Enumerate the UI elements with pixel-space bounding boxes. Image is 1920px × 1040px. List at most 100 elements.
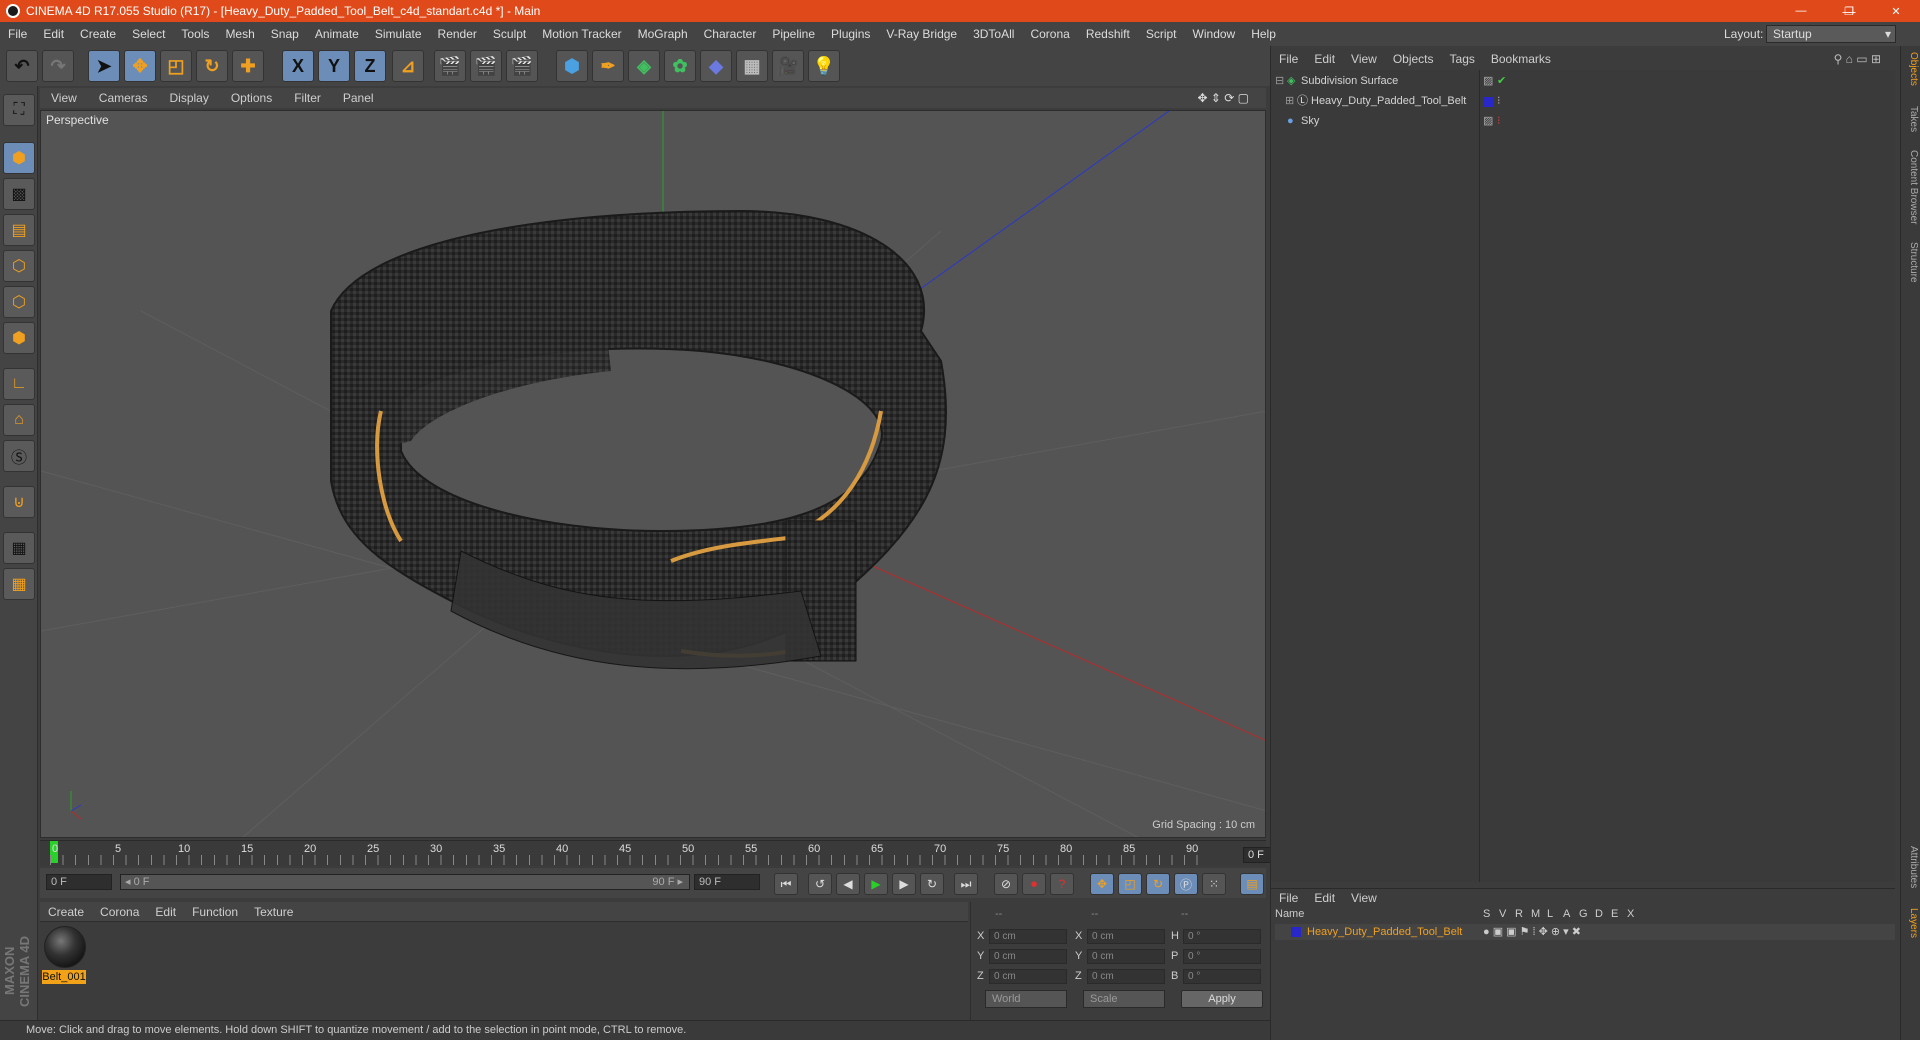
previous-key-button[interactable]: ↺ bbox=[808, 873, 832, 895]
menu-mograph[interactable]: MoGraph bbox=[630, 27, 696, 41]
material-name-label[interactable]: Belt_001 bbox=[42, 970, 86, 984]
rotate-tool-button[interactable]: ↻ bbox=[196, 50, 228, 82]
position-y-field[interactable]: 0 cm bbox=[989, 949, 1067, 964]
menu-select[interactable]: Select bbox=[124, 27, 173, 41]
menu-help[interactable]: Help bbox=[1243, 27, 1284, 41]
add-floor-button[interactable]: ▦ bbox=[736, 50, 768, 82]
layer-color-swatch[interactable] bbox=[1291, 927, 1301, 937]
move-tool-button[interactable]: ✥ bbox=[124, 50, 156, 82]
side-tab-attributes[interactable]: Attributes bbox=[1903, 846, 1919, 888]
render-settings-button[interactable]: 🎬 bbox=[506, 50, 538, 82]
edges-mode-button[interactable]: ⬡ bbox=[3, 286, 35, 318]
material-menu-texture[interactable]: Texture bbox=[246, 905, 301, 919]
material-menu-edit[interactable]: Edit bbox=[147, 905, 184, 919]
material-menu-function[interactable]: Function bbox=[184, 905, 246, 919]
om-menu-edit[interactable]: Edit bbox=[1306, 52, 1343, 66]
key-point-level-button[interactable]: ⁙ bbox=[1202, 873, 1226, 895]
render-dots-icon[interactable]: ⁝ bbox=[1497, 112, 1501, 131]
key-parameter-button[interactable]: Ⓟ bbox=[1174, 873, 1198, 895]
side-tab-takes[interactable]: Takes bbox=[1903, 106, 1919, 132]
menu-create[interactable]: Create bbox=[72, 27, 124, 41]
menu-simulate[interactable]: Simulate bbox=[367, 27, 430, 41]
apply-button[interactable]: Apply bbox=[1181, 990, 1263, 1008]
rotation-p-field[interactable]: 0 ° bbox=[1183, 949, 1261, 964]
material-menu-corona[interactable]: Corona bbox=[92, 905, 147, 919]
add-light-button[interactable]: 💡 bbox=[808, 50, 840, 82]
coordinate-system-button[interactable]: ⊿ bbox=[392, 50, 424, 82]
object-row-sky[interactable]: ● Sky ▨ ⁝ bbox=[1271, 112, 1895, 131]
side-tab-structure[interactable]: Structure bbox=[1903, 242, 1919, 283]
menu-redshift[interactable]: Redshift bbox=[1078, 27, 1138, 41]
lock-workplane-button[interactable]: ▦ bbox=[3, 532, 35, 564]
menu-snap[interactable]: Snap bbox=[263, 27, 307, 41]
planar-workplane-button[interactable]: ▦ bbox=[3, 568, 35, 600]
menu-pipeline[interactable]: Pipeline bbox=[764, 27, 823, 41]
size-z-field[interactable]: 0 cm bbox=[1087, 969, 1165, 984]
magnet-button[interactable]: ⊍ bbox=[3, 486, 35, 518]
key-rotation-button[interactable]: ↻ bbox=[1146, 873, 1170, 895]
coordinate-system-dropdown[interactable]: World bbox=[985, 990, 1067, 1008]
enabled-check-icon[interactable]: ✔ bbox=[1497, 72, 1506, 91]
visibility-icon[interactable]: ▨ bbox=[1483, 112, 1493, 131]
menu-mesh[interactable]: Mesh bbox=[217, 27, 262, 41]
visibility-icon[interactable]: ▨ bbox=[1483, 72, 1493, 91]
previous-frame-button[interactable]: ◀ bbox=[836, 873, 860, 895]
points-mode-button[interactable]: ⬡ bbox=[3, 250, 35, 282]
layer-flag-icons[interactable]: ● ▣ ▣ ⚑ ⁞ ✥ ⊕ ▾ ✖ bbox=[1483, 924, 1581, 940]
menu-render[interactable]: Render bbox=[430, 27, 485, 41]
timeline-ruler[interactable]: 0 5 10 15 20 25 30 35 40 45 50 55 60 65 70 75 80 85 90 0 F bbox=[40, 840, 1305, 866]
collapse-icon[interactable]: ⊟ bbox=[1275, 72, 1284, 91]
polygons-mode-button[interactable]: ⬢ bbox=[3, 322, 35, 354]
add-subdivision-button[interactable]: ◈ bbox=[628, 50, 660, 82]
rotation-b-field[interactable]: 0 ° bbox=[1183, 969, 1261, 984]
make-editable-button[interactable]: ⛶ bbox=[3, 94, 35, 126]
x-axis-button[interactable]: X bbox=[282, 50, 314, 82]
render-dots-icon[interactable]: ⁝ bbox=[1497, 92, 1501, 111]
size-mode-dropdown[interactable]: Scale bbox=[1083, 990, 1165, 1008]
next-frame-button[interactable]: ▶ bbox=[892, 873, 916, 895]
menu-script[interactable]: Script bbox=[1138, 27, 1185, 41]
next-key-button[interactable]: ↻ bbox=[920, 873, 944, 895]
key-position-button[interactable]: ✥ bbox=[1090, 873, 1114, 895]
add-deformer-button[interactable]: ◆ bbox=[700, 50, 732, 82]
render-picture-viewer-button[interactable]: 🎬 bbox=[470, 50, 502, 82]
size-x-field[interactable]: 0 cm bbox=[1087, 929, 1165, 944]
redo-button[interactable]: ↷ bbox=[42, 50, 74, 82]
expand-icon[interactable]: ⊞ bbox=[1285, 92, 1294, 111]
workplane-mode-button[interactable]: ▤ bbox=[3, 214, 35, 246]
object-row-subdivision[interactable]: ⊟ ◈ Subdivision Surface ▨ ✔ bbox=[1271, 72, 1895, 91]
start-frame-field[interactable]: 0 F bbox=[46, 874, 112, 890]
menu-character[interactable]: Character bbox=[696, 27, 765, 41]
axis-mode-button[interactable]: ∟ bbox=[3, 368, 35, 400]
side-tab-layers[interactable]: Layers bbox=[1903, 908, 1919, 938]
motion-record-button[interactable]: ⊘ bbox=[994, 873, 1018, 895]
play-button[interactable]: ▶ bbox=[864, 873, 888, 895]
preview-range-slider[interactable]: ◂ 0 F 90 F ▸ bbox=[120, 874, 690, 890]
go-to-start-button[interactable]: ⏮ bbox=[774, 873, 798, 895]
scale-tool-button[interactable]: ◰ bbox=[160, 50, 192, 82]
viewport-menu-filter[interactable]: Filter bbox=[283, 91, 332, 105]
minimize-button[interactable]: — bbox=[1778, 0, 1824, 22]
position-z-field[interactable]: 0 cm bbox=[989, 969, 1067, 984]
om-menu-bookmarks[interactable]: Bookmarks bbox=[1483, 52, 1559, 66]
texture-mode-button[interactable]: ▩ bbox=[3, 178, 35, 210]
recent-tools-button[interactable]: ✚ bbox=[232, 50, 264, 82]
layout-dropdown[interactable]: Startup ▾ bbox=[1766, 25, 1896, 43]
side-tab-content-browser[interactable]: Content Browser bbox=[1903, 150, 1919, 224]
viewport-menu-panel[interactable]: Panel bbox=[332, 91, 385, 105]
autokeying-button[interactable]: ? bbox=[1050, 873, 1074, 895]
restore-button[interactable]: ❐ bbox=[1826, 0, 1872, 22]
menu-window[interactable]: Window bbox=[1185, 27, 1244, 41]
snap-button[interactable]: Ⓢ bbox=[3, 440, 35, 472]
lm-menu-file[interactable]: File bbox=[1271, 891, 1306, 905]
render-view-button[interactable]: 🎬 bbox=[434, 50, 466, 82]
key-scale-button[interactable]: ◰ bbox=[1118, 873, 1142, 895]
y-axis-button[interactable]: Y bbox=[318, 50, 350, 82]
close-button[interactable]: ✕ bbox=[1872, 0, 1920, 22]
viewport-menu-cameras[interactable]: Cameras bbox=[88, 91, 159, 105]
object-row-tool-belt[interactable]: ⊞ Ⓛ Heavy_Duty_Padded_Tool_Belt ⁝ bbox=[1271, 92, 1895, 111]
lm-menu-edit[interactable]: Edit bbox=[1306, 891, 1343, 905]
lm-menu-view[interactable]: View bbox=[1343, 891, 1385, 905]
menu-edit[interactable]: Edit bbox=[35, 27, 72, 41]
perspective-viewport[interactable]: Perspective Grid Spacing : 10 cm bbox=[40, 110, 1266, 838]
